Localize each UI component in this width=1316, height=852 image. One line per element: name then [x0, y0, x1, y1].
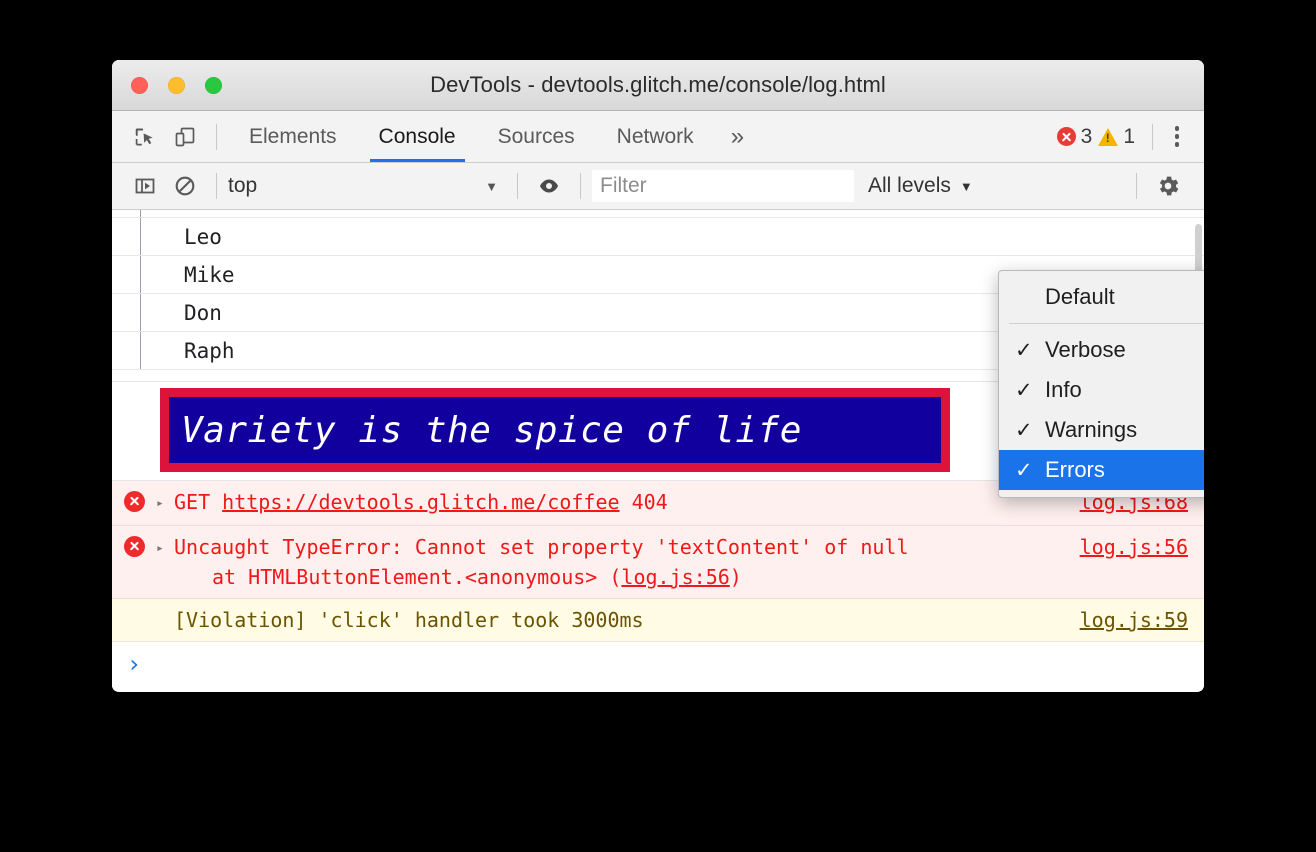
log-levels-label: All levels	[868, 174, 951, 197]
execution-context-label: top	[228, 174, 258, 197]
prompt-chevron-icon: ›	[126, 650, 142, 678]
error-icon	[112, 487, 156, 512]
tab-overflow-icon[interactable]: »	[715, 111, 760, 162]
error-count-icon	[1056, 127, 1076, 146]
tab-sources[interactable]: Sources	[477, 111, 596, 162]
stack-trace-link[interactable]: log.js:56	[621, 565, 729, 589]
tab-bar-right-tools: 3 1	[1056, 123, 1204, 150]
tab-bar-divider	[216, 123, 217, 150]
filter-input[interactable]	[592, 170, 854, 202]
menu-item-label: Errors	[1045, 457, 1105, 482]
tab-bar-left-tools	[112, 117, 228, 157]
console-message-error-exception[interactable]: ▸ Uncaught TypeError: Cannot set propert…	[112, 526, 1204, 599]
settings-gear-icon[interactable]	[1148, 166, 1188, 206]
window-title: DevTools - devtools.glitch.me/console/lo…	[430, 72, 886, 97]
exception-message: Uncaught TypeError: Cannot set property …	[174, 535, 909, 559]
message-source-link[interactable]: log.js:59	[1080, 605, 1204, 635]
check-icon: ✓	[1015, 458, 1033, 482]
filter-toolbar-right	[1125, 166, 1204, 206]
console-prompt-row[interactable]: ›	[112, 642, 1204, 691]
error-count: 3	[1080, 124, 1093, 148]
stack-trace-tail: )	[729, 565, 742, 589]
log-levels-dropdown[interactable]: All levels ▼	[868, 174, 973, 198]
filter-toolbar-divider-4	[1136, 173, 1137, 199]
tab-elements[interactable]: Elements	[228, 111, 358, 162]
menu-item-label: Warnings	[1045, 417, 1138, 442]
devtools-tab-bar: Elements Console Sources Network » 3 1	[112, 111, 1204, 163]
message-source-link[interactable]: log.js:56	[1080, 532, 1204, 562]
menu-item-verbose[interactable]: ✓ Verbose	[999, 330, 1204, 370]
execution-context-selector[interactable]: top ▼	[228, 171, 506, 201]
check-icon: ✓	[1015, 418, 1033, 442]
window-title-bar: DevTools - devtools.glitch.me/console/lo…	[112, 60, 1204, 111]
chevron-down-icon: ▼	[485, 178, 498, 194]
issue-counters[interactable]: 3 1	[1056, 124, 1141, 149]
tab-network[interactable]: Network	[596, 111, 715, 162]
check-icon: ✓	[1015, 378, 1033, 402]
expand-arrow-icon[interactable]: ▸	[156, 532, 174, 564]
warning-icon-slot	[112, 605, 156, 609]
table-cell: Leo	[184, 224, 222, 249]
request-method: GET	[174, 490, 211, 514]
table-row	[112, 210, 1204, 218]
inspect-element-icon[interactable]	[125, 117, 165, 157]
tab-bar-right-divider	[1152, 123, 1153, 150]
table-gutter	[140, 218, 141, 255]
clear-console-icon[interactable]	[165, 166, 205, 206]
stack-trace-line: at HTMLButtonElement.<anonymous> (log.js…	[174, 562, 1068, 592]
chevron-down-icon: ▼	[959, 178, 973, 194]
menu-item-default[interactable]: ✓ Default	[999, 277, 1204, 317]
styled-log-message-text: Variety is the spice of life	[181, 409, 802, 451]
warning-disclosure-spacer	[156, 605, 174, 607]
menu-separator	[1009, 323, 1204, 324]
filter-toolbar-divider-2	[517, 173, 518, 199]
menu-item-warnings[interactable]: ✓ Warnings	[999, 410, 1204, 450]
table-row: Leo	[112, 218, 1204, 256]
table-cell: Raph	[184, 338, 235, 363]
check-icon: ✓	[1015, 338, 1033, 362]
request-status: 404	[631, 490, 668, 514]
styled-log-message: Variety is the spice of life	[160, 388, 950, 472]
console-message-text: GET https://devtools.glitch.me/coffee 40…	[174, 487, 1080, 517]
table-cell: Mike	[184, 262, 235, 287]
console-filter-toolbar: top ▼ All levels ▼	[112, 163, 1204, 210]
warning-count-icon	[1098, 127, 1119, 146]
stack-trace-text: at HTMLButtonElement.<anonymous> (	[212, 565, 622, 589]
warning-count: 1	[1123, 124, 1135, 148]
live-expressions-icon[interactable]	[529, 166, 569, 206]
tab-console[interactable]: Console	[358, 111, 477, 162]
table-gutter	[140, 256, 141, 293]
panel-tabs: Elements Console Sources Network »	[228, 111, 760, 162]
more-options-icon[interactable]	[1164, 124, 1190, 150]
show-console-sidebar-icon[interactable]	[125, 166, 165, 206]
table-gutter	[140, 332, 141, 369]
console-message-warning-violation[interactable]: [Violation] 'click' handler took 3000ms …	[112, 599, 1204, 642]
console-message-text: Uncaught TypeError: Cannot set property …	[174, 532, 1080, 592]
expand-arrow-icon[interactable]: ▸	[156, 487, 174, 519]
filter-toolbar-divider-1	[216, 173, 217, 199]
table-cell: Don	[184, 300, 222, 325]
log-levels-menu: ✓ Default ✓ Verbose ✓ Info ✓ Warnings ✓ …	[998, 270, 1204, 498]
menu-item-label: Info	[1045, 377, 1082, 402]
menu-item-info[interactable]: ✓ Info	[999, 370, 1204, 410]
console-scrollbar-thumb[interactable]	[1195, 224, 1202, 276]
table-gutter	[140, 210, 141, 217]
devtools-window: DevTools - devtools.glitch.me/console/lo…	[112, 60, 1204, 692]
request-url-link[interactable]: https://devtools.glitch.me/coffee	[222, 490, 619, 514]
menu-item-errors[interactable]: ✓ Errors	[999, 450, 1204, 490]
check-icon: ✓	[1015, 285, 1045, 310]
device-toolbar-icon[interactable]	[165, 117, 205, 157]
table-gutter	[140, 294, 141, 331]
menu-item-label: Default	[1045, 284, 1115, 309]
error-icon	[112, 532, 156, 557]
menu-item-label: Verbose	[1045, 337, 1126, 362]
console-message-text: [Violation] 'click' handler took 3000ms	[174, 608, 644, 632]
filter-toolbar-divider-3	[580, 173, 581, 199]
